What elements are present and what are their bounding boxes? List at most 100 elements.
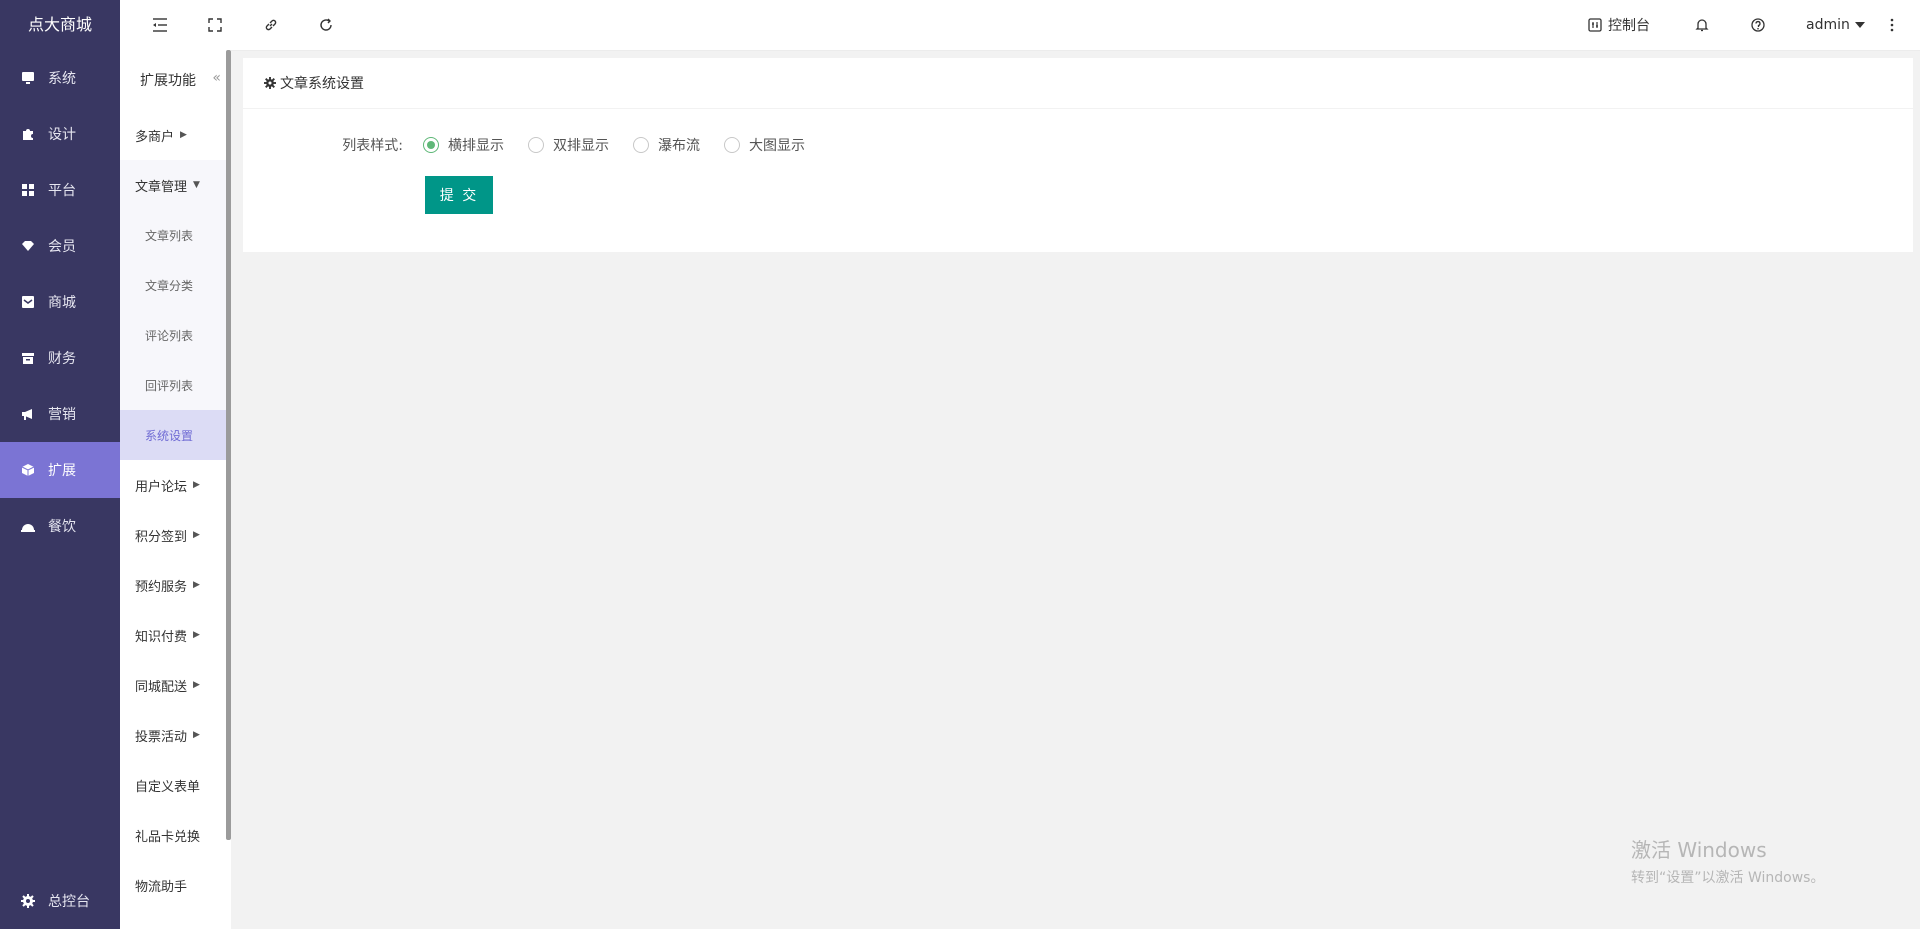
sub-item-label: 多商户: [135, 129, 175, 145]
sub-item-paid-knowledge[interactable]: 知识付费 ▶: [120, 610, 231, 660]
sub-item-label: 用户论坛: [135, 479, 188, 495]
caret-right-icon: ▶: [193, 730, 200, 740]
nav-item-member[interactable]: 会员: [0, 218, 120, 274]
nav-label: 会员: [48, 239, 76, 255]
sub-item-gift-card[interactable]: 礼品卡兑换: [120, 810, 231, 860]
top-bar: 控制台 admin: [120, 0, 1920, 51]
radio-label: 瀑布流: [658, 138, 700, 154]
nav-item-console[interactable]: 总控台: [0, 873, 140, 929]
sub-item-local-delivery[interactable]: 同城配送 ▶: [120, 660, 231, 710]
radio-circle: [423, 137, 439, 153]
sub-item-forum[interactable]: 用户论坛 ▶: [120, 460, 231, 510]
article-management-group: 文章管理 ▼ 文章列表 文章分类 评论列表 回评列表 系统设置: [120, 160, 231, 460]
sub-sidebar-title: 扩展功能 «: [120, 50, 231, 110]
sub-item-custom-form[interactable]: 自定义表单: [120, 760, 231, 810]
nav-item-catering[interactable]: 餐饮: [0, 498, 120, 554]
sub-child-comment-list[interactable]: 评论列表: [120, 310, 231, 360]
gem-icon: [20, 238, 36, 254]
megaphone-icon: [20, 406, 36, 422]
nav-item-platform[interactable]: 平台: [0, 162, 120, 218]
nav-item-finance[interactable]: 财务: [0, 330, 120, 386]
radio-label: 大图显示: [749, 138, 805, 154]
caret-right-icon: ▶: [193, 480, 200, 490]
nav-label: 系统: [48, 71, 76, 87]
user-menu[interactable]: admin: [1806, 0, 1865, 50]
puzzle-icon: [20, 126, 36, 142]
caret-down-icon: [1854, 22, 1865, 28]
sub-sidebar: 扩展功能 « 多商户 ▶ 文章管理 ▼ 文章列表 文章分类 评论列表 回评列表 系统…: [120, 50, 231, 929]
refresh-icon[interactable]: [316, 15, 336, 35]
nav-label: 设计: [48, 127, 76, 143]
help-icon[interactable]: [1748, 15, 1768, 35]
sub-child-article-category[interactable]: 文章分类: [120, 260, 231, 310]
sub-item-label: 礼品卡兑换: [135, 829, 201, 845]
nav-label: 餐饮: [48, 519, 76, 535]
nav-item-marketing[interactable]: 营销: [0, 386, 120, 442]
radio-circle: [633, 137, 649, 153]
console-link[interactable]: 控制台: [1588, 0, 1650, 50]
sub-item-article-management[interactable]: 文章管理 ▼: [120, 160, 231, 210]
nav-item-system[interactable]: 系统: [0, 50, 120, 106]
windows-activation-watermark: 激活 Windows 转到“设置”以激活 Windows。: [1631, 834, 1824, 887]
watermark-subtitle: 转到“设置”以激活 Windows。: [1631, 870, 1825, 886]
collapse-button[interactable]: «: [212, 70, 221, 86]
dish-icon: [20, 518, 36, 534]
sub-item-points-signin[interactable]: 积分签到 ▶: [120, 510, 231, 560]
caret-right-icon: ▶: [193, 530, 200, 540]
monitor-icon: [20, 70, 36, 86]
radio-waterfall[interactable]: 瀑布流: [633, 135, 700, 155]
scrollbar[interactable]: [226, 50, 231, 840]
sub-item-logistics[interactable]: 物流助手: [120, 860, 231, 910]
inbox-icon: [20, 294, 36, 310]
menu-indent-icon[interactable]: [150, 15, 170, 35]
card-title: 文章系统设置: [280, 76, 364, 92]
sub-item-label: 物流助手: [135, 879, 188, 895]
sub-item-booking[interactable]: 预约服务 ▶: [120, 560, 231, 610]
nav-label: 总控台: [48, 894, 90, 910]
sub-item-merchants[interactable]: 多商户 ▶: [120, 110, 231, 160]
nav-label: 财务: [48, 351, 76, 367]
card-header: 文章系统设置: [243, 58, 1913, 109]
more-vertical-icon[interactable]: [1882, 15, 1902, 35]
nav-item-mall[interactable]: 商城: [0, 274, 120, 330]
sub-child-system-settings[interactable]: 系统设置: [120, 410, 231, 460]
radio-horizontal[interactable]: 横排显示: [423, 135, 504, 155]
console-icon: [1588, 18, 1602, 32]
caret-right-icon: ▶: [193, 580, 200, 590]
nav-item-extension[interactable]: 扩展: [0, 442, 120, 498]
list-style-row: 列表样式: 横排显示 双排显示 瀑布流 大图显示: [243, 132, 805, 158]
username: admin: [1806, 17, 1850, 33]
nav-label: 扩展: [48, 463, 76, 479]
radio-double[interactable]: 双排显示: [528, 135, 609, 155]
radio-large-image[interactable]: 大图显示: [724, 135, 805, 155]
sub-item-label: 知识付费: [135, 629, 188, 645]
cube-icon: [20, 462, 36, 478]
watermark-title: 激活 Windows: [1631, 838, 1767, 862]
radio-label: 双排显示: [553, 138, 609, 154]
console-label: 控制台: [1608, 18, 1650, 34]
sub-title-text: 扩展功能: [140, 73, 196, 89]
caret-right-icon: ▶: [180, 130, 187, 140]
settings-card: 文章系统设置 列表样式: 横排显示 双排显示 瀑布流 大图显示 提 交: [243, 58, 1913, 252]
sub-child-article-list[interactable]: 文章列表: [120, 210, 231, 260]
gear-icon: [264, 77, 276, 89]
sub-item-voting[interactable]: 投票活动 ▶: [120, 710, 231, 760]
archive-icon: [20, 350, 36, 366]
radio-circle: [528, 137, 544, 153]
fullscreen-icon[interactable]: [205, 15, 225, 35]
nav-label: 商城: [48, 295, 76, 311]
list-style-label: 列表样式:: [342, 138, 403, 154]
sub-item-label: 同城配送: [135, 679, 188, 695]
sub-item-label: 投票活动: [135, 729, 188, 745]
nav-item-design[interactable]: 设计: [0, 106, 120, 162]
bell-icon[interactable]: [1692, 15, 1712, 35]
grid-icon: [20, 182, 36, 198]
link-icon[interactable]: [261, 15, 281, 35]
sub-child-reply-list[interactable]: 回评列表: [120, 360, 231, 410]
caret-right-icon: ▶: [193, 680, 200, 690]
nav-label: 平台: [48, 183, 76, 199]
sub-item-label: 积分签到: [135, 529, 188, 545]
sub-item-label: 文章管理: [135, 179, 188, 195]
radio-label: 横排显示: [448, 138, 504, 154]
submit-button[interactable]: 提 交: [425, 176, 493, 214]
